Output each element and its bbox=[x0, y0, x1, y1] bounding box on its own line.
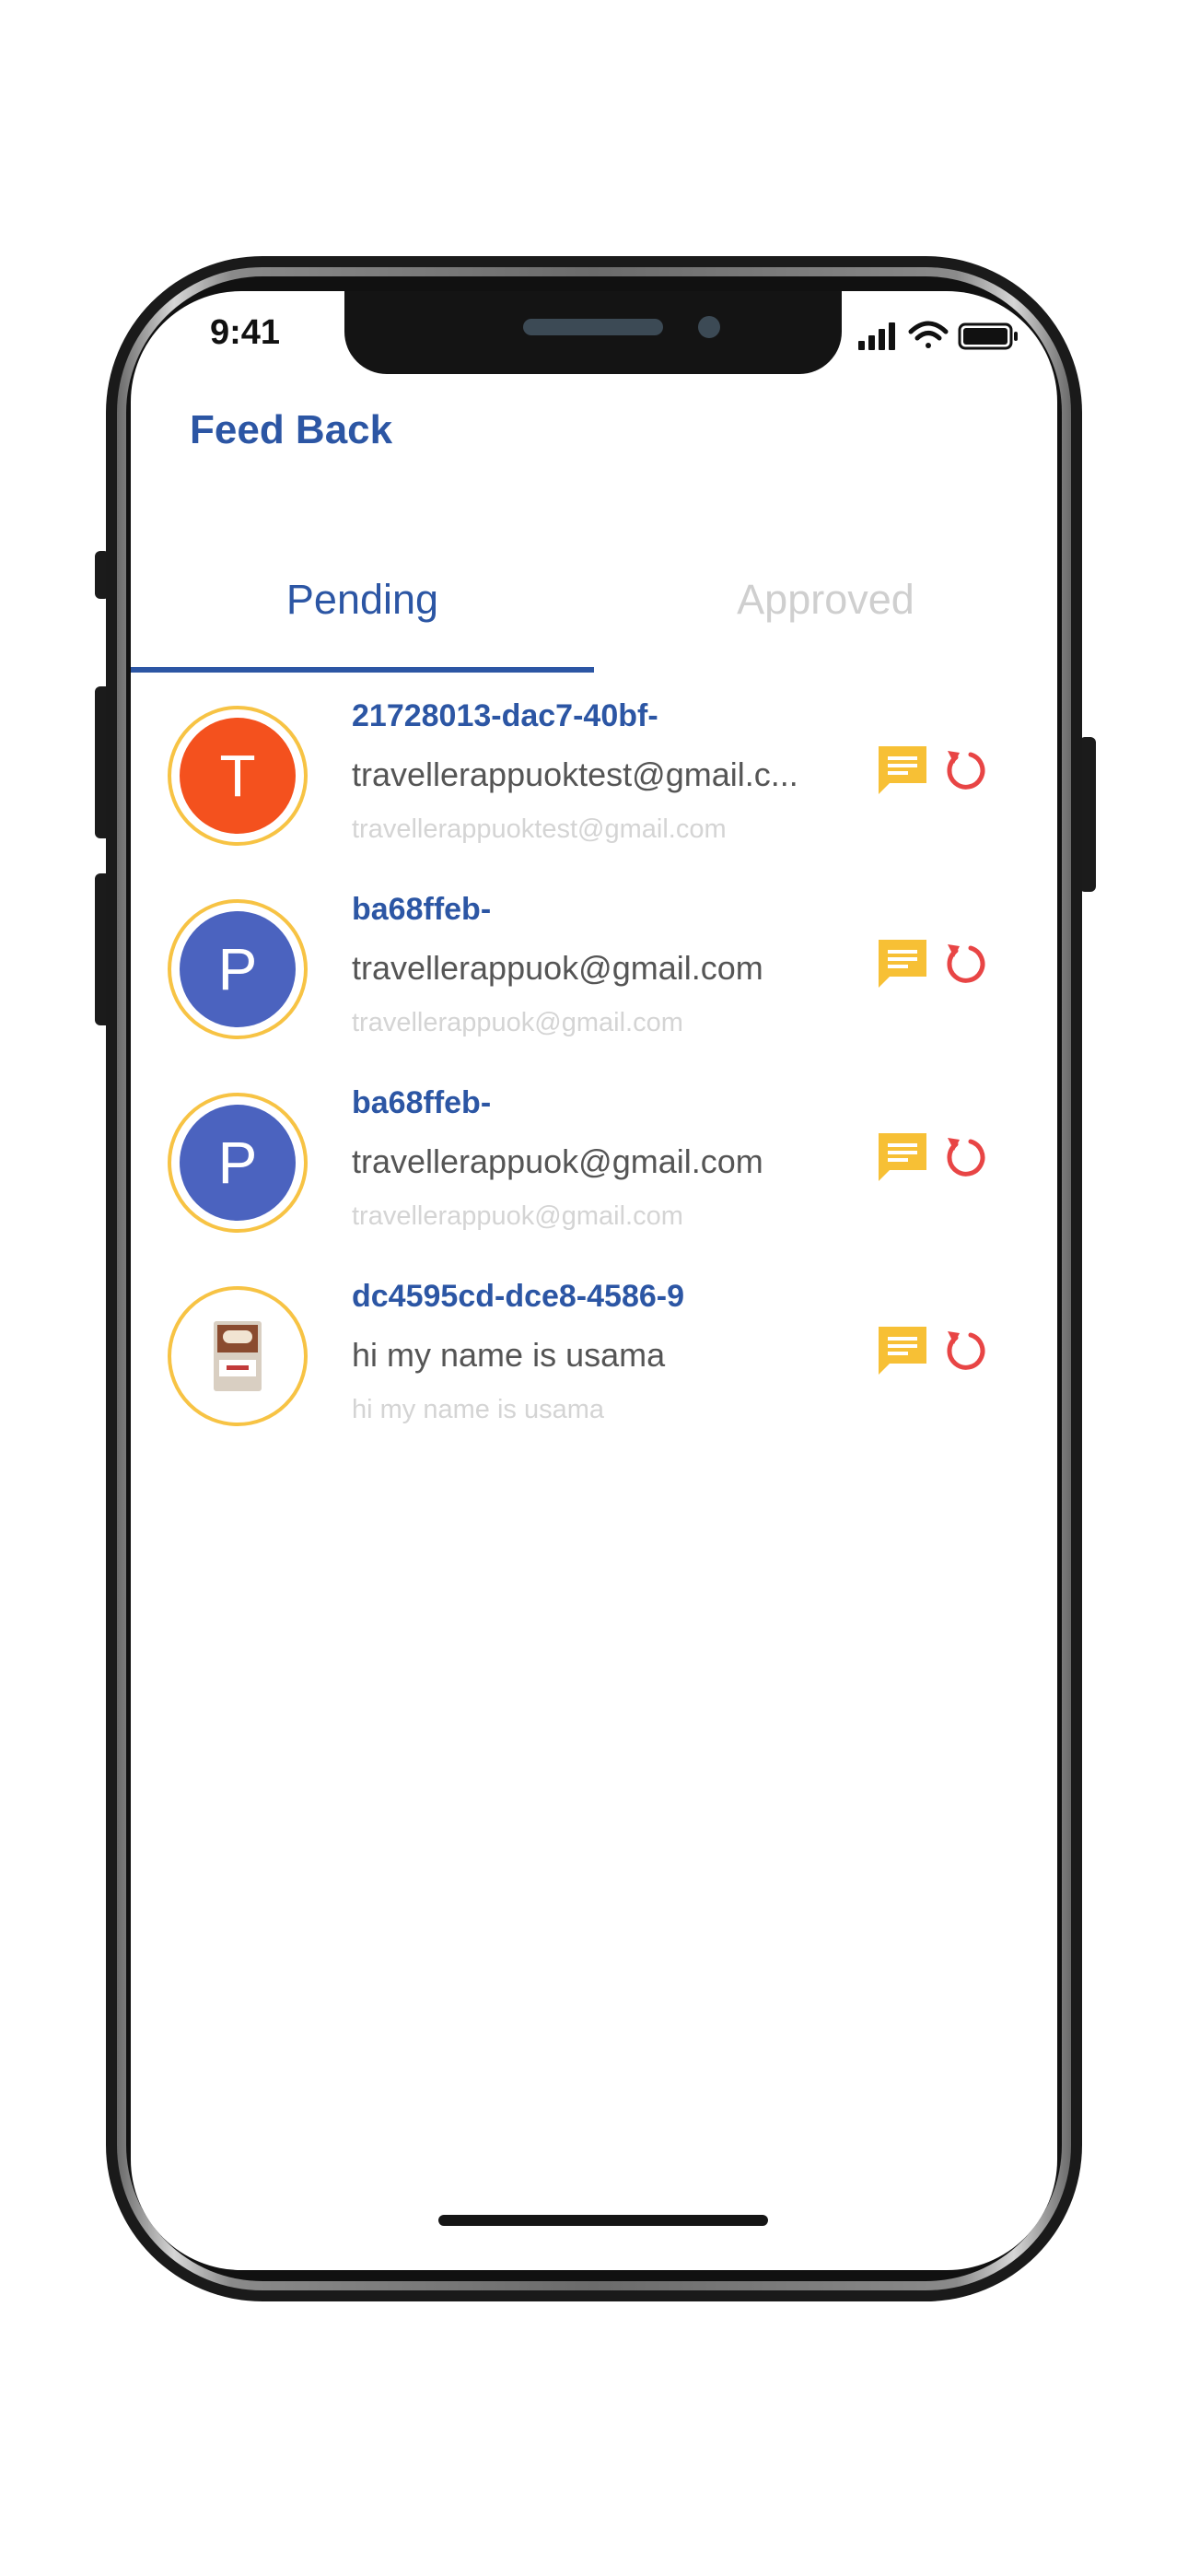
tab-pending[interactable]: Pending bbox=[131, 558, 594, 660]
avatar bbox=[168, 1286, 308, 1426]
front-camera bbox=[698, 316, 720, 338]
tab-approved[interactable]: Approved bbox=[594, 558, 1057, 660]
refresh-icon[interactable] bbox=[938, 1323, 993, 1378]
status-icons bbox=[858, 321, 1018, 350]
feedback-email: travellerappuoktest@gmail.c... bbox=[352, 755, 798, 793]
active-tab-indicator bbox=[131, 667, 594, 673]
feedback-item[interactable]: dc4595cd-dce8-4586-9 hi my name is usama… bbox=[131, 1259, 1057, 1452]
avatar-letter: P bbox=[180, 911, 296, 1027]
chat-bubble-icon[interactable] bbox=[875, 1323, 930, 1378]
battery-icon bbox=[958, 322, 1018, 350]
feedback-id: ba68ffeb- bbox=[352, 1085, 492, 1120]
avatar-letter: T bbox=[180, 718, 296, 834]
avatar: T bbox=[168, 706, 308, 846]
wifi-icon bbox=[908, 321, 949, 348]
feedback-detail: travellerappuok@gmail.com bbox=[352, 1201, 683, 1231]
status-time: 9:41 bbox=[210, 313, 281, 352]
feedback-id: ba68ffeb- bbox=[352, 892, 492, 927]
chat-bubble-icon[interactable] bbox=[875, 936, 930, 991]
refresh-icon[interactable] bbox=[938, 743, 993, 798]
feedback-message: hi my name is usama bbox=[352, 1336, 666, 1374]
refresh-icon[interactable] bbox=[938, 936, 993, 991]
signal-icon bbox=[858, 322, 895, 350]
feedback-email: travellerappuok@gmail.com bbox=[352, 1142, 763, 1180]
feedback-list: T 21728013-dac7-40bf- travellerappuoktes… bbox=[131, 678, 1057, 1452]
tab-bar: Pending Approved bbox=[131, 558, 1057, 669]
feedback-detail: travellerappuoktest@gmail.com bbox=[352, 814, 727, 844]
feedback-item[interactable]: P ba68ffeb- travellerappuok@gmail.com tr… bbox=[131, 1065, 1057, 1259]
feedback-detail: travellerappuok@gmail.com bbox=[352, 1008, 683, 1037]
speaker-grille bbox=[523, 319, 663, 335]
feedback-id: dc4595cd-dce8-4586-9 bbox=[352, 1279, 685, 1314]
feedback-item[interactable]: P ba68ffeb- travellerappuok@gmail.com tr… bbox=[131, 872, 1057, 1065]
chat-bubble-icon[interactable] bbox=[875, 1130, 930, 1185]
feedback-id: 21728013-dac7-40bf- bbox=[352, 698, 658, 733]
page-title: Feed Back bbox=[190, 407, 393, 452]
avatar: P bbox=[168, 1093, 308, 1233]
feedback-email: travellerappuok@gmail.com bbox=[352, 949, 763, 987]
refresh-icon[interactable] bbox=[938, 1130, 993, 1185]
device-mockup: 9:41 Feed Back Pending Approved T 217280… bbox=[0, 0, 1188, 2576]
avatar-letter: P bbox=[180, 1105, 296, 1221]
app-screen: 9:41 Feed Back Pending Approved T 217280… bbox=[131, 291, 1057, 2270]
product-image bbox=[214, 1321, 262, 1391]
avatar: P bbox=[168, 899, 308, 1039]
feedback-detail: hi my name is usama bbox=[352, 1395, 604, 1424]
home-indicator[interactable] bbox=[438, 2215, 768, 2226]
feedback-item[interactable]: T 21728013-dac7-40bf- travellerappuoktes… bbox=[131, 678, 1057, 872]
chat-bubble-icon[interactable] bbox=[875, 743, 930, 798]
notch bbox=[344, 291, 842, 374]
